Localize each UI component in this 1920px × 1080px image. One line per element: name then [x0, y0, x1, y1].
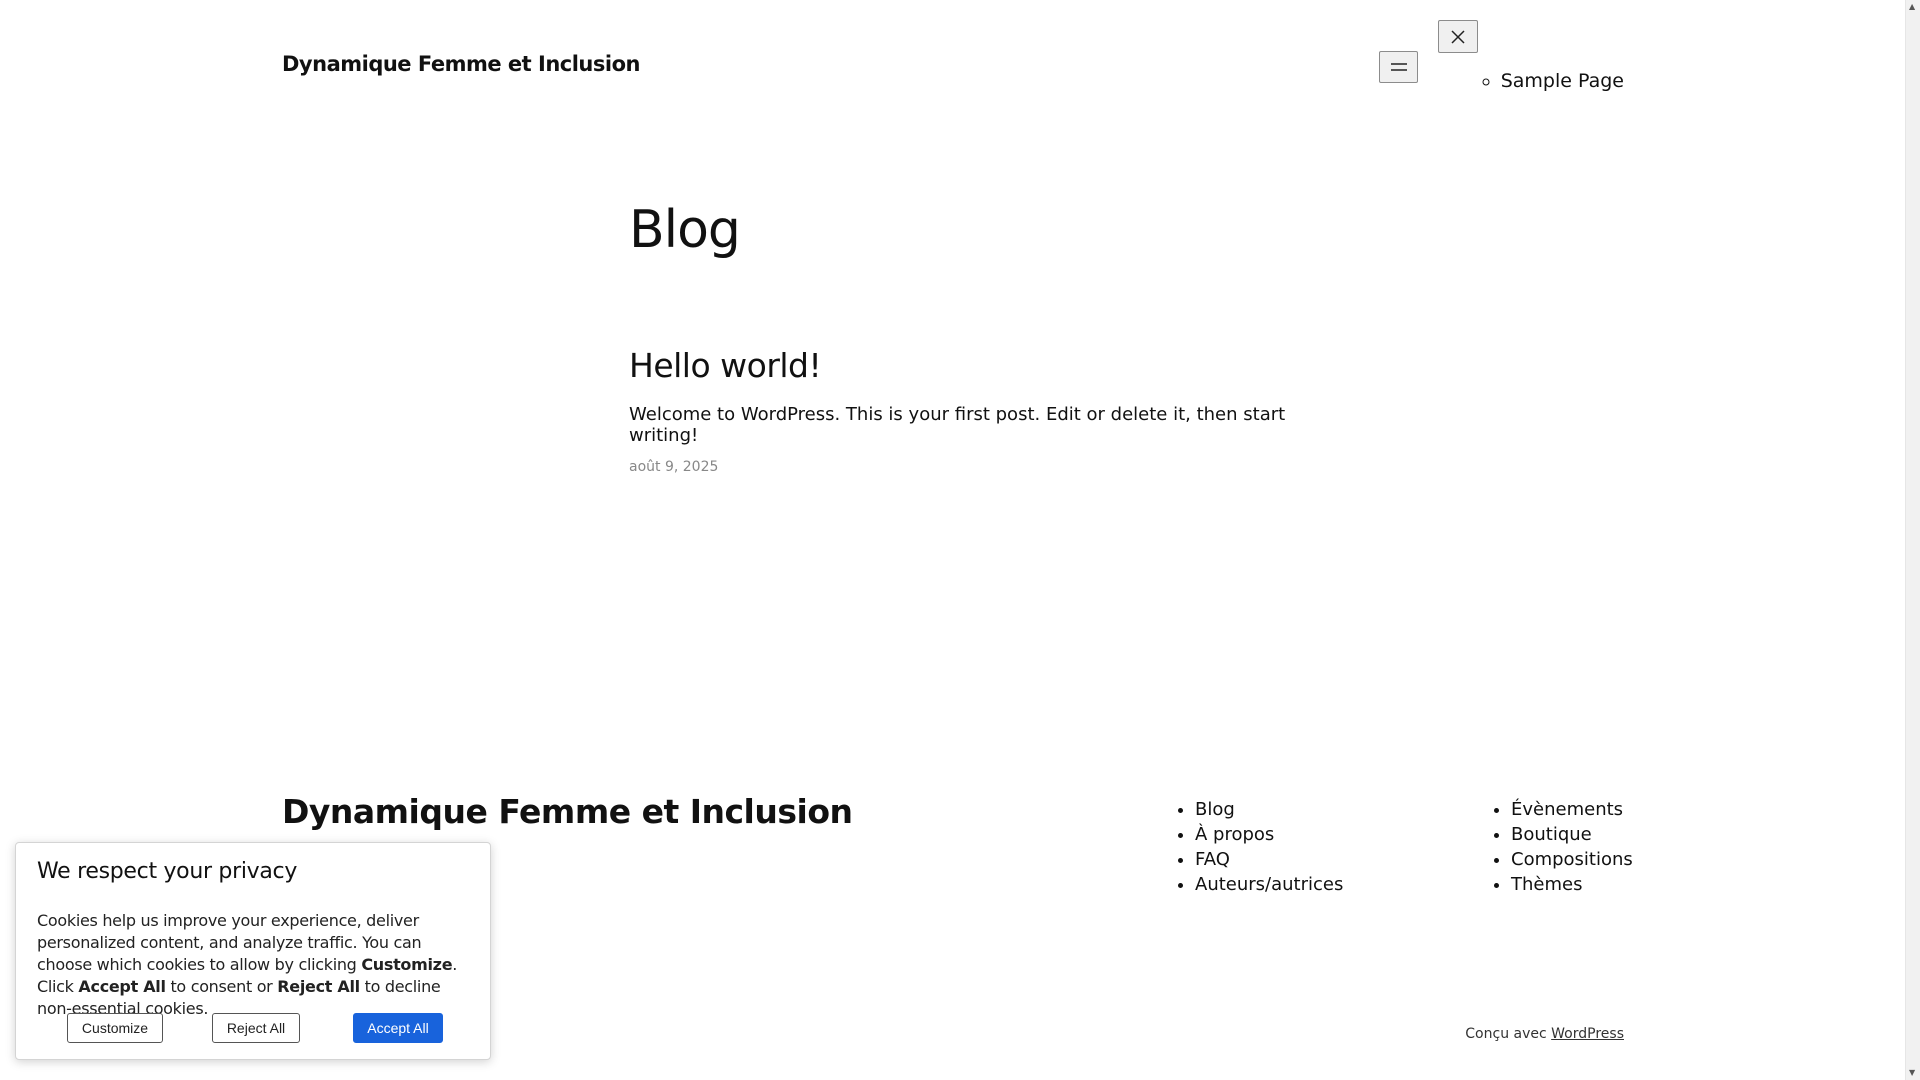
wordpress-link[interactable]: WordPress — [1551, 1026, 1624, 1042]
cookie-banner-description: Cookies help us improve your experience,… — [37, 910, 470, 1020]
footer-link-patterns[interactable]: Compositions — [1511, 847, 1633, 872]
page-title: Blog — [629, 200, 741, 260]
post-excerpt: Welcome to WordPress. This is your first… — [629, 404, 1286, 446]
vertical-scrollbar[interactable]: ▲ ▼ — [1905, 0, 1920, 1080]
footer-link-authors[interactable]: Auteurs/autrices — [1195, 872, 1343, 897]
header-navigation: Sample Page — [1501, 70, 1624, 92]
nav-item-sample-page[interactable]: Sample Page — [1501, 70, 1624, 92]
footer-link-faq[interactable]: FAQ — [1195, 847, 1343, 872]
footer-site-title[interactable]: Dynamique Femme et Inclusion — [282, 792, 853, 831]
footer-navigation-primary: Blog À propos FAQ Auteurs/autrices — [1173, 797, 1343, 897]
site-title[interactable]: Dynamique Femme et Inclusion — [282, 52, 640, 76]
close-icon — [1451, 29, 1465, 44]
footer-link-blog[interactable]: Blog — [1195, 797, 1343, 822]
menu-close-button[interactable] — [1438, 20, 1478, 53]
cookie-text-reject-all: Reject All — [277, 977, 360, 996]
menu-open-button[interactable] — [1379, 51, 1418, 83]
cookie-consent-banner: We respect your privacy Cookies help us … — [15, 842, 491, 1060]
cookie-button-group: Customize Reject All Accept All — [67, 1013, 455, 1043]
cookie-text-accept-all: Accept All — [78, 977, 166, 996]
footer-navigation-secondary: Évènements Boutique Compositions Thèmes — [1489, 797, 1633, 897]
cookie-text-customize: Customize — [361, 955, 453, 974]
customize-button[interactable]: Customize — [67, 1013, 163, 1043]
reject-all-button[interactable]: Reject All — [212, 1013, 300, 1043]
footer-link-events[interactable]: Évènements — [1511, 797, 1633, 822]
cookie-text-part: to consent or — [165, 977, 278, 996]
cookie-banner-title: We respect your privacy — [37, 859, 298, 884]
post-title-link[interactable]: Hello world! — [629, 346, 822, 385]
post-date: août 9, 2025 — [629, 459, 719, 475]
footer-credit: Conçu avec WordPress — [1465, 1026, 1624, 1042]
scroll-up-arrow-icon[interactable]: ▲ — [1909, 3, 1915, 11]
credit-prefix: Conçu avec — [1465, 1026, 1547, 1042]
footer-link-themes[interactable]: Thèmes — [1511, 872, 1633, 897]
footer-link-shop[interactable]: Boutique — [1511, 822, 1633, 847]
hamburger-icon — [1390, 63, 1407, 71]
footer-link-about[interactable]: À propos — [1195, 822, 1343, 847]
accept-all-button[interactable]: Accept All — [353, 1013, 443, 1043]
scroll-down-arrow-icon[interactable]: ▼ — [1909, 1069, 1915, 1077]
